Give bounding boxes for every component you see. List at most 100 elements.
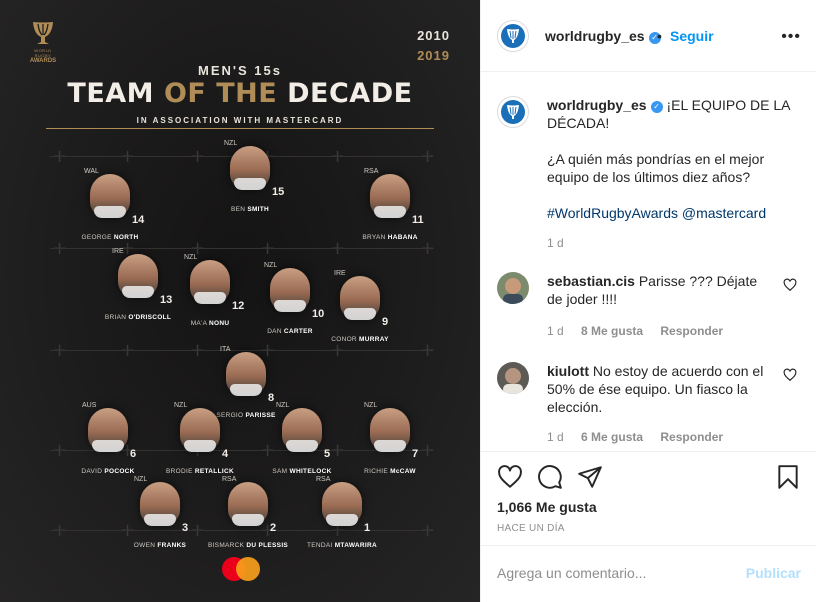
- player-name: GEORGE NORTH: [50, 234, 170, 241]
- player-last-name: FRANKS: [157, 542, 187, 549]
- post-image[interactable]: ++++++++++++++++++++++++++++++ WORLD RUG…: [0, 0, 480, 602]
- player-first-name: CONOR: [331, 336, 357, 343]
- like-count[interactable]: 1,066 Me gusta: [497, 499, 597, 515]
- player-photo: [140, 482, 180, 526]
- player-last-name: WHITELOCK: [289, 468, 332, 475]
- player-first-name: TENDAI: [306, 542, 333, 549]
- comment-text: sebastian.cis Parisse ??? Déjate de jode…: [547, 272, 769, 308]
- comment-icon[interactable]: [537, 464, 563, 490]
- comment-input[interactable]: [497, 562, 727, 584]
- player-first-name: GEORGE: [81, 234, 112, 241]
- player-token: RSA 1 TENDAI MTAWARIRA: [282, 476, 402, 576]
- player-last-name: MURRAY: [359, 336, 389, 343]
- player-last-name: HABANA: [387, 234, 418, 241]
- world-rugby-logo-icon: [501, 24, 525, 48]
- heart-icon[interactable]: [497, 464, 523, 490]
- publish-button[interactable]: Publicar: [746, 565, 801, 581]
- comment-time[interactable]: 1 d: [547, 324, 564, 338]
- share-icon[interactable]: [577, 464, 603, 490]
- title-word-of-the: OF THE: [163, 78, 278, 109]
- comment-time[interactable]: 1 d: [547, 430, 564, 444]
- player-photo: [88, 408, 128, 452]
- player-country: NZL: [276, 402, 290, 409]
- image-subtitle: MEN'S 15s: [198, 63, 282, 78]
- player-photo: [190, 260, 230, 304]
- player-country: AUS: [82, 402, 97, 409]
- post-header: worldrugby_es ✓ • Seguir •••: [481, 0, 816, 72]
- rugby-cup-icon: [33, 22, 53, 44]
- player-name: BRYAN HABANA: [330, 234, 450, 241]
- player-photo: [370, 174, 410, 218]
- player-country: NZL: [134, 476, 148, 483]
- player-token: NZL 15 BEN SMITH: [190, 140, 310, 240]
- player-first-name: BRODIE: [166, 468, 193, 475]
- player-number: 11: [412, 214, 424, 226]
- comment-likes[interactable]: 8 Me gusta: [581, 324, 643, 338]
- user-photo-icon: [497, 362, 529, 394]
- comment-username[interactable]: sebastian.cis: [547, 273, 635, 289]
- world-rugby-logo-icon: [501, 100, 525, 124]
- player-last-name: NONU: [208, 320, 230, 327]
- player-number: 14: [132, 214, 145, 226]
- caption-hashtags[interactable]: #WorldRugbyAwards @mastercard: [547, 204, 797, 222]
- header-username-text[interactable]: worldrugby_es: [545, 28, 645, 44]
- player-first-name: DAN: [267, 328, 282, 335]
- grid-cross: +: [52, 340, 68, 361]
- player-name: TENDAI MTAWARIRA: [282, 542, 402, 549]
- caption-time[interactable]: 1 d: [547, 236, 564, 250]
- post-caption: worldrugby_es ✓ ¡EL EQUIPO DE LA DÉCADA! …: [547, 96, 797, 240]
- mastercard-orange-circle: [236, 557, 260, 581]
- player-number: 15: [272, 186, 285, 198]
- comment-text: kiulott No estoy de acuerdo con el 50% d…: [547, 362, 769, 416]
- comment-like-heart-icon[interactable]: [783, 278, 797, 292]
- player-country: RSA: [222, 476, 237, 483]
- player-last-name: MTAWARIRA: [334, 542, 378, 549]
- comment-likes[interactable]: 6 Me gusta: [581, 430, 643, 444]
- mastercard-logo: [222, 557, 260, 581]
- player-name: RICHIE McCAW: [330, 468, 450, 475]
- comment-avatar[interactable]: [497, 362, 529, 394]
- player-last-name: POCOCK: [104, 468, 135, 475]
- player-first-name: SAM: [272, 468, 288, 475]
- grid-cross: +: [120, 146, 136, 167]
- grid-cross: +: [330, 146, 346, 167]
- player-country: NZL: [224, 140, 238, 147]
- player-token: RSA 11 BRYAN HABANA: [330, 168, 450, 268]
- caption-avatar[interactable]: [497, 96, 529, 128]
- comment-avatar[interactable]: [497, 272, 529, 304]
- comment-like-heart-icon[interactable]: [783, 368, 797, 382]
- grid-cross: +: [420, 340, 436, 361]
- more-options-icon[interactable]: •••: [781, 28, 801, 46]
- grid-cross: +: [52, 520, 68, 541]
- user-photo-icon: [497, 272, 529, 304]
- header-username[interactable]: worldrugby_es ✓: [545, 28, 661, 44]
- player-country: IRE: [112, 248, 124, 255]
- player-photo: [226, 352, 266, 396]
- player-number: 1: [364, 522, 371, 534]
- avatar[interactable]: [497, 20, 529, 52]
- player-photo: [322, 482, 362, 526]
- bookmark-icon[interactable]: [775, 464, 801, 490]
- post-sidebar: worldrugby_es ✓ • Seguir ••• worldrugby_e…: [480, 0, 816, 602]
- comment-username[interactable]: kiulott: [547, 363, 589, 379]
- comment-item: kiulott No estoy de acuerdo con el 50% d…: [497, 362, 801, 446]
- image-title: TEAM OF THE DECADE: [0, 78, 480, 109]
- player-country: WAL: [84, 168, 99, 175]
- title-divider: [46, 128, 434, 129]
- follow-button[interactable]: Seguir: [670, 28, 714, 44]
- player-first-name: BRIAN: [104, 314, 127, 321]
- comment-item: sebastian.cis Parisse ??? Déjate de jode…: [497, 272, 801, 342]
- world-rugby-awards-logo: WORLD RUGBY AWARDS: [28, 20, 58, 64]
- player-photo: [90, 174, 130, 218]
- caption-username[interactable]: worldrugby_es: [547, 97, 647, 113]
- player-photo: [180, 408, 220, 452]
- player-first-name: MA'A: [190, 320, 207, 327]
- post-date[interactable]: HACE UN DÍA: [497, 523, 565, 534]
- decade-years: 2010 2019: [417, 26, 450, 66]
- association-text: IN ASSOCIATION WITH MASTERCARD: [136, 116, 344, 125]
- player-first-name: RICHIE: [364, 468, 389, 475]
- caption-question: ¿A quién más pondrías en el mejor equipo…: [547, 151, 765, 185]
- reply-button[interactable]: Responder: [660, 324, 723, 338]
- player-number: 7: [412, 448, 419, 460]
- reply-button[interactable]: Responder: [660, 430, 723, 444]
